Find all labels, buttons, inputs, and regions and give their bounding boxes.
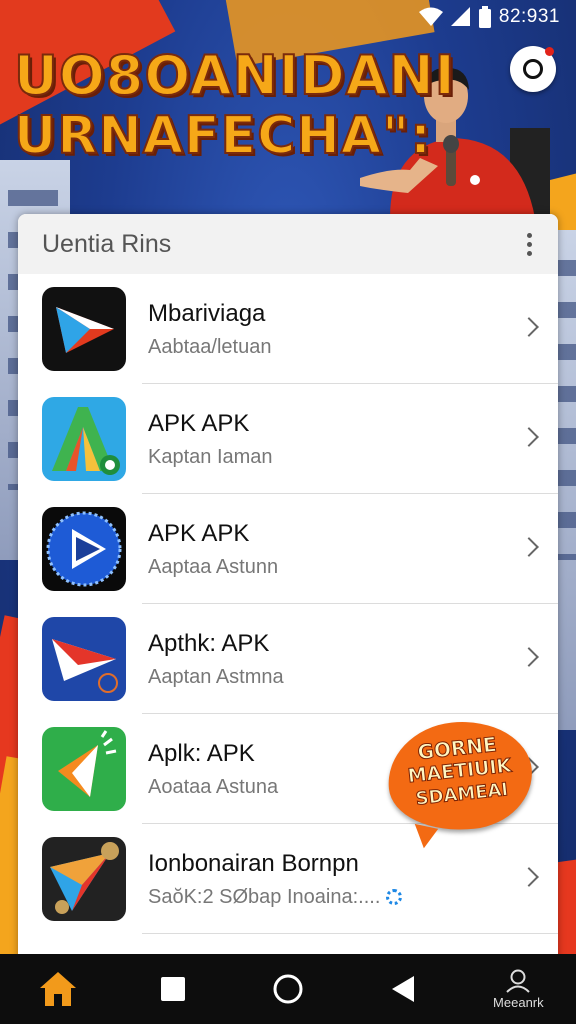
app-subtitle-text: SaŏK:2 SØbap Inoaina:....: [148, 885, 381, 908]
app-subtitle: Aaptaa Astunn: [148, 555, 279, 578]
card-title: Uentia Rins: [42, 229, 172, 258]
dark-paper-plane-icon: [42, 837, 126, 921]
status-clock: 82:931: [498, 6, 560, 27]
app-list-item[interactable]: APK APK Aaptaa Astunn: [18, 494, 558, 604]
circle-home-icon: [273, 974, 303, 1004]
square-icon: [160, 977, 185, 1001]
card-header: Uentia Rins: [18, 214, 558, 274]
banner-title-line-1: UO8OANIDANI: [13, 44, 456, 107]
green-megaphone-icon: [42, 727, 126, 811]
app-list-item[interactable]: Ionbonairan Bornpn SaŏK:2 SØbap Inoaina:…: [18, 824, 558, 934]
app-name: APK APK: [148, 519, 250, 547]
app-name: Ionbonairan Bornpn: [148, 849, 359, 877]
app-subtitle: Aaptan Astmna: [148, 665, 284, 688]
compass-play-icon: [42, 507, 126, 591]
app-list-item[interactable]: Mbariviaga Aabtaa/letuan: [18, 274, 558, 384]
cellular-signal-icon: [450, 7, 471, 27]
app-subtitle: SaŏK:2 SØbap Inoaina:....: [148, 886, 558, 909]
loading-spinner-icon: [386, 889, 403, 905]
nav-recents-button[interactable]: [133, 954, 213, 1024]
banner-title-line-2: URNAFECHA":: [13, 105, 432, 167]
letter-a-blue-icon: [42, 397, 126, 481]
nav-circle-button[interactable]: [248, 954, 328, 1024]
app-name: Mbariviaga: [148, 299, 266, 327]
app-subtitle: Aabtaa/letuan: [148, 335, 272, 358]
play-arrow-black-icon: [42, 287, 126, 371]
banner-title: UO8OANIDANI URNAFECHA":: [13, 44, 456, 168]
wifi-icon: [418, 7, 443, 27]
bottom-navigation: Meeanrk: [0, 954, 576, 1024]
back-triangle-icon: [392, 976, 415, 1002]
app-subtitle: Kaptan Iaman: [148, 445, 273, 468]
app-name: APK APK: [148, 409, 250, 437]
nav-profile-label: Meeanrk: [493, 994, 544, 1010]
person-icon: [506, 969, 531, 993]
app-list-item[interactable]: Apthk: APK Aaptan Astmna: [18, 604, 558, 714]
record-button[interactable]: [510, 46, 556, 92]
record-icon: [523, 59, 543, 79]
home-icon: [39, 972, 76, 1006]
app-list: Mbariviaga Aabtaa/letuan APK APK Kaptan …: [18, 274, 558, 934]
promo-sticker[interactable]: GORNE MAETIUIK SDAMEAI: [382, 714, 538, 851]
app-list-item[interactable]: APK APK Kaptan Iaman: [18, 384, 558, 494]
app-name: Apthk: APK: [148, 629, 270, 657]
more-vertical-icon[interactable]: [523, 229, 536, 260]
nav-back-button[interactable]: [363, 954, 443, 1024]
battery-icon: [478, 6, 491, 28]
app-list-card: Uentia Rins Mbariviaga Aabtaa/letuan APK…: [18, 214, 558, 974]
status-bar: 82:931: [0, 0, 576, 34]
nav-profile-button[interactable]: Meeanrk: [478, 954, 558, 1024]
notification-dot: [545, 47, 554, 56]
nav-home-button[interactable]: [18, 954, 98, 1024]
paper-plane-blue-icon: [42, 617, 126, 701]
